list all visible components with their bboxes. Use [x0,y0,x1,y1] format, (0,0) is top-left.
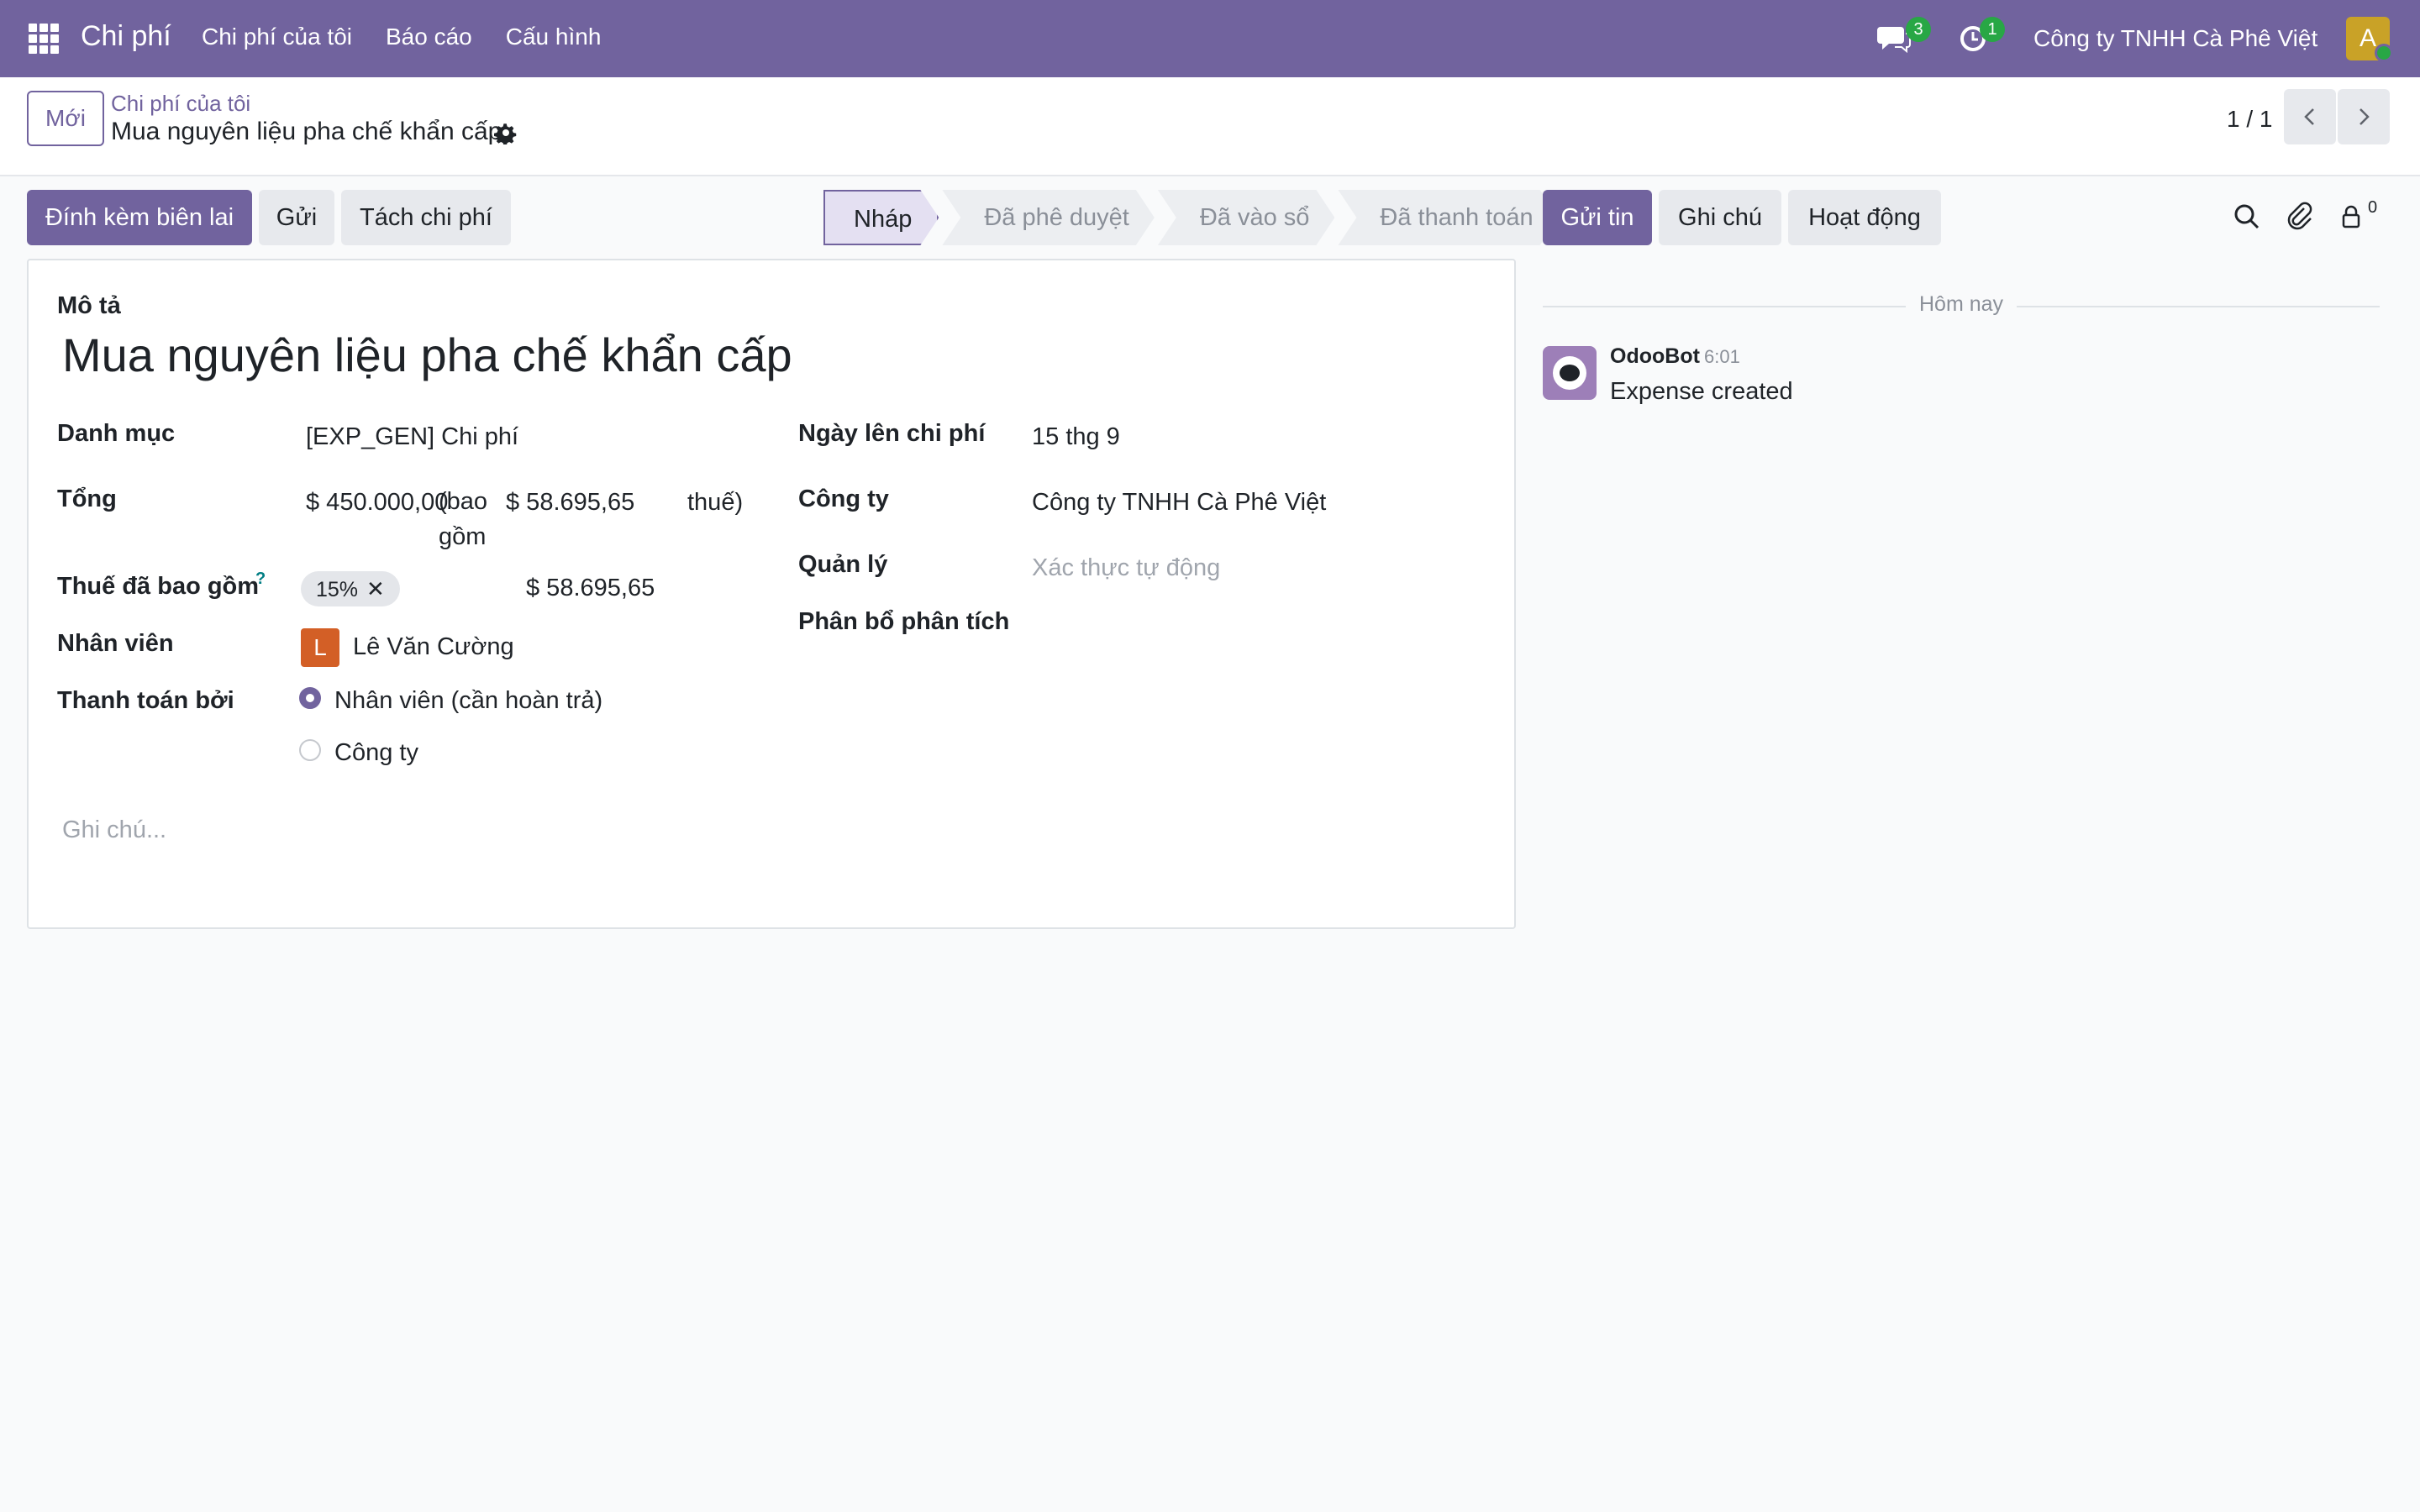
attach-receipt-button[interactable]: Đính kèm biên lai [27,190,252,245]
description-input[interactable]: Mua nguyên liệu pha chế khẩn cấp [62,328,792,382]
pager-next-button[interactable] [2338,89,2390,144]
message-time: 6:01 [1704,346,1740,367]
expense-form-sheet: Mô tả Mua nguyên liệu pha chế khẩn cấp D… [27,259,1516,929]
company-switcher[interactable]: Công ty TNHH Cà Phê Việt [2033,25,2317,52]
tax-tag-label: 15% [316,578,359,601]
chevron-right-icon [2360,108,2370,125]
description-label: Mô tả [57,292,121,319]
followers-count: 0 [2368,198,2378,217]
message-author[interactable]: OdooBot [1610,344,1700,369]
app-title[interactable]: Chi phí [81,20,171,53]
split-expense-button[interactable]: Tách chi phí [341,190,511,245]
activity-count-badge: 1 [1980,17,2005,42]
chevron-left-icon [2304,108,2314,125]
menu-reports[interactable]: Báo cáo [386,24,472,50]
new-button[interactable]: Mới [27,91,104,146]
employee-field[interactable]: Lê Văn Cường [353,633,514,661]
notes-input[interactable]: Ghi chú... [62,816,166,844]
category-label: Danh mục [57,420,176,447]
expense-date-field[interactable]: 15 thg 9 [1032,423,1120,451]
date-separator: Hôm nay [1919,292,2004,316]
radio-paid-by-employee[interactable] [299,687,321,709]
expense-date-label: Ngày lên chi phí [798,420,986,447]
activity-button[interactable]: Hoạt động [1788,190,1941,245]
tax-label: Thuế đã bao gồm [57,573,260,600]
paid-by-employee-label[interactable]: Nhân viên (cần hoàn trả) [334,687,602,715]
search-icon[interactable] [2232,202,2262,232]
stage-posted[interactable]: Đã vào sổ [1158,190,1335,245]
total-included-text: (bao gồm [439,488,488,550]
online-status-dot [2375,44,2393,62]
total-tax-suffix: thuế) [687,489,744,516]
date-separator-line-right [2017,306,2380,307]
stage-draft[interactable]: Nháp [823,190,939,245]
menu-my-expenses[interactable]: Chi phí của tôi [202,24,352,50]
control-panel: Mới Chi phí của tôi Mua nguyên liệu pha … [0,77,2420,176]
manager-label: Quản lý [798,551,888,578]
company-label: Công ty [798,486,889,512]
apps-grid-icon[interactable] [29,24,59,54]
tax-amount: $ 58.695,65 [526,575,655,601]
employee-label: Nhân viên [57,630,174,657]
paperclip-icon[interactable] [2284,200,2314,230]
breadcrumb-current: Mua nguyên liệu pha chế khẩn cấp [111,118,502,145]
employee-avatar: L [301,628,339,667]
company-field[interactable]: Công ty TNHH Cà Phê Việt [1032,489,1326,517]
chat-count-badge: 3 [1906,17,1931,42]
analytic-distribution-label: Phân bổ phân tích [798,608,1010,635]
main-menu: Chi phí của tôi Báo cáo Cấu hình [202,24,634,50]
gear-icon[interactable] [494,121,518,144]
stage-approved[interactable]: Đã phê duyệt [942,190,1155,245]
message-body: Expense created [1610,378,1793,405]
breadcrumb-parent[interactable]: Chi phí của tôi [111,91,250,117]
robot-icon [1553,356,1586,390]
date-separator-line-left [1543,306,1906,307]
paid-by-company-label[interactable]: Công ty [334,739,418,767]
odoobot-avatar [1543,346,1597,400]
menu-configuration[interactable]: Cấu hình [506,24,602,50]
send-message-button[interactable]: Gửi tin [1543,190,1652,245]
manager-field[interactable]: Xác thực tự động [1032,554,1220,582]
status-bar: Nháp Đã phê duyệt Đã vào sổ Đã thanh toá… [823,190,1562,245]
top-navbar: Chi phí Chi phí của tôi Báo cáo Cấu hình… [0,0,2420,77]
follower-icon[interactable] [2336,202,2366,232]
stage-paid[interactable]: Đã thanh toán [1338,190,1558,245]
pager-previous-button[interactable] [2284,89,2336,144]
send-button[interactable]: Gửi [259,190,334,245]
total-label: Tổng [57,486,117,512]
pager-value[interactable]: 1 / 1 [2227,106,2272,133]
tax-help-tooltip[interactable]: ? [255,570,266,589]
tax-tag[interactable]: 15% ✕ [301,571,400,606]
close-icon[interactable]: ✕ [366,571,385,606]
radio-paid-by-company[interactable] [299,739,321,761]
total-tax-amount: $ 58.695,65 [506,489,635,516]
paid-by-label: Thanh toán bởi [57,687,234,714]
log-note-button[interactable]: Ghi chú [1659,190,1781,245]
total-amount-field[interactable]: $ 450.000,00 [306,489,448,517]
category-field[interactable]: [EXP_GEN] Chi phí [306,423,518,451]
